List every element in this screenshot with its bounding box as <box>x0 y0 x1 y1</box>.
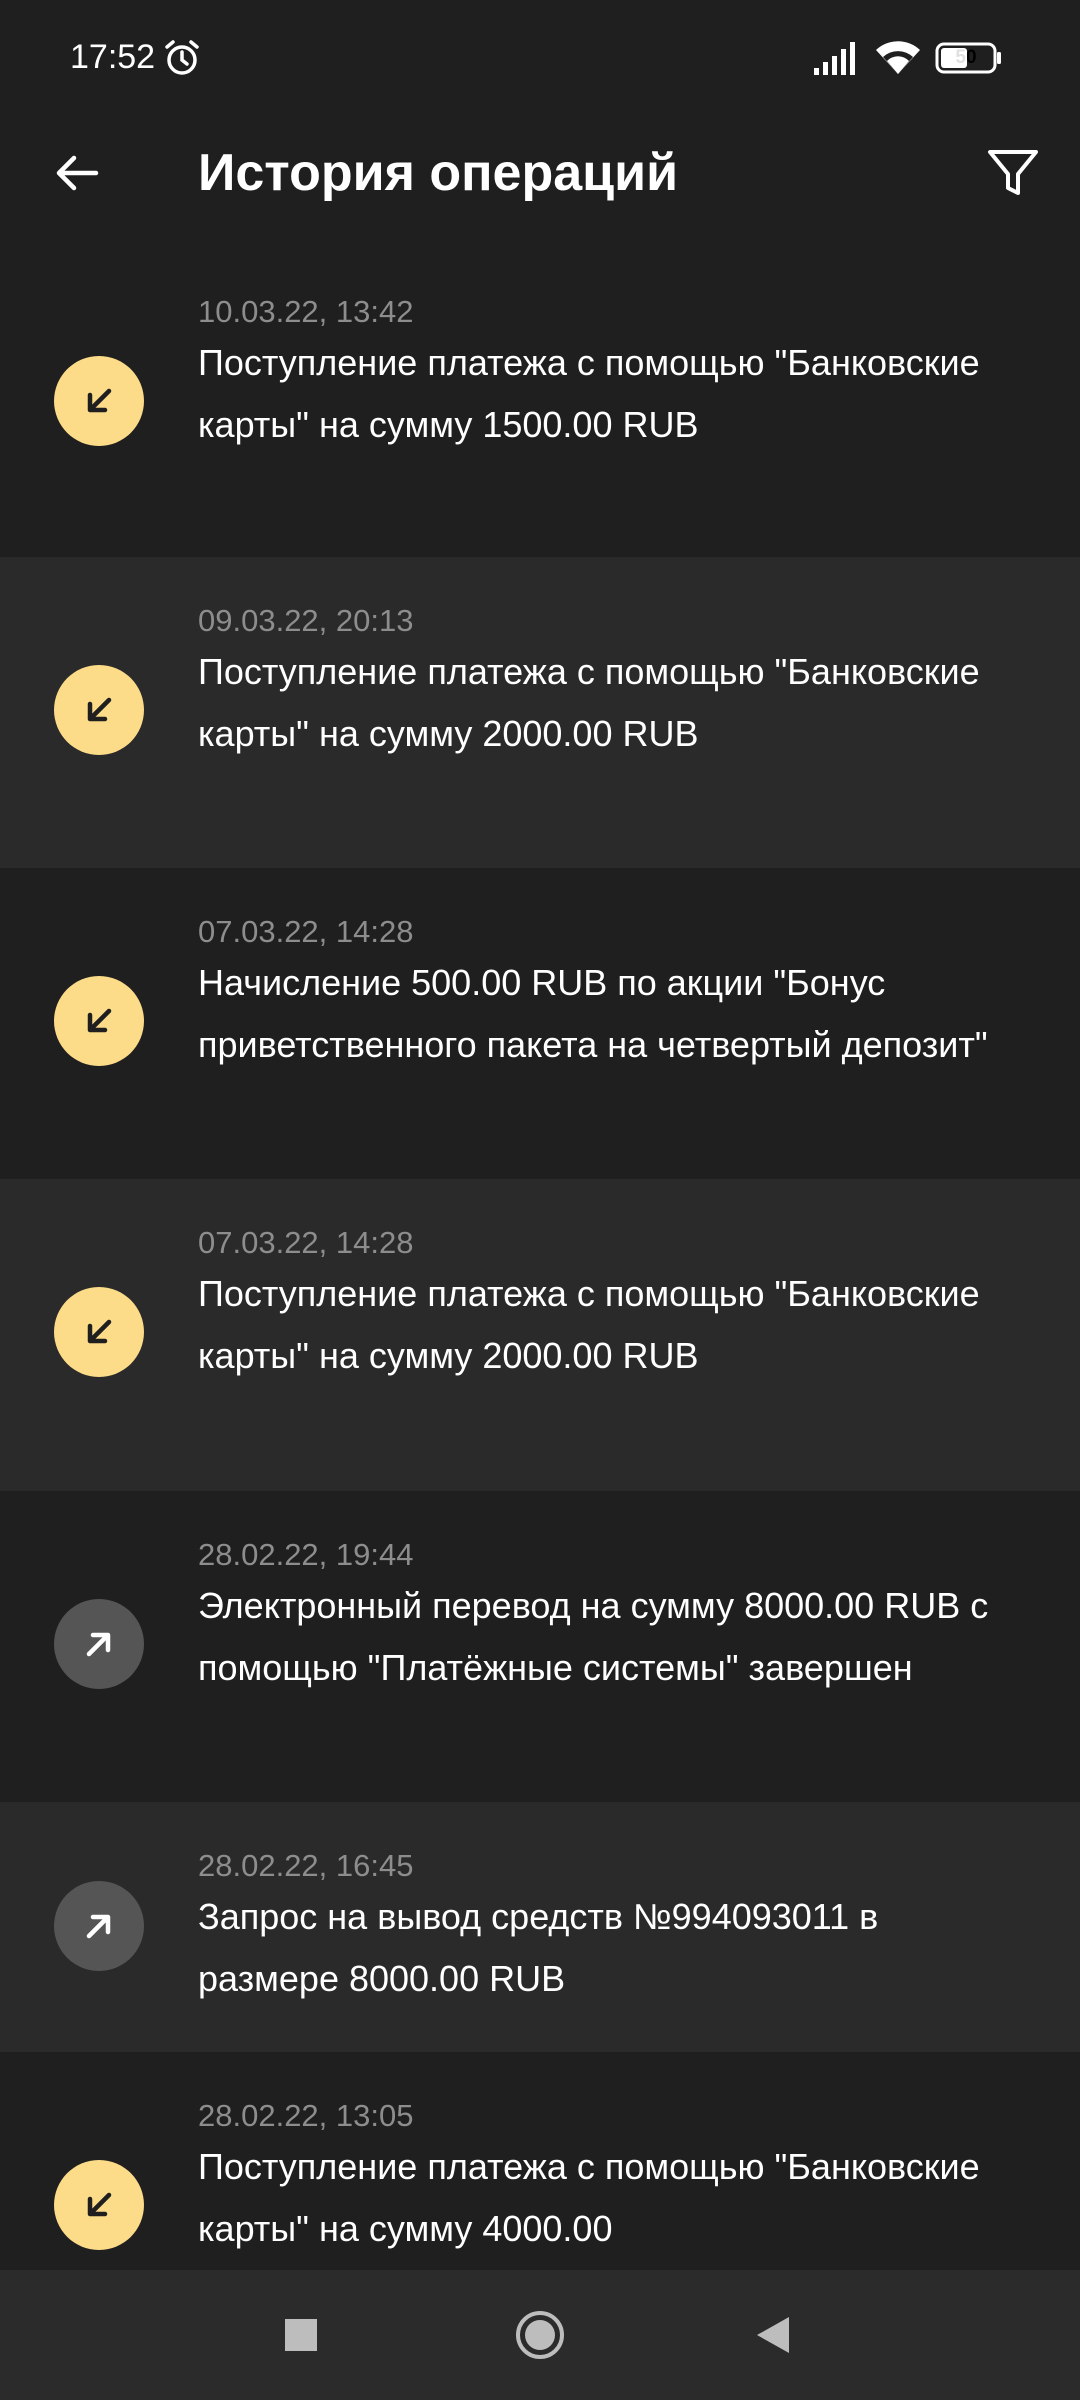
alarm-clock-icon <box>162 38 202 78</box>
transaction-row[interactable]: 28.02.22, 19:44 Электронный перевод на с… <box>0 1491 1080 1802</box>
incoming-icon <box>54 1287 144 1377</box>
triangle-back-icon <box>757 2317 789 2353</box>
page-title: История операций <box>198 144 679 202</box>
system-nav-bar <box>0 2270 1080 2400</box>
home-button[interactable] <box>505 2300 575 2370</box>
arrow-left-icon <box>56 155 99 191</box>
app-bar: История операций <box>0 118 1080 250</box>
transaction-description: Поступление платежа с помощью "Банковски… <box>198 342 980 445</box>
transaction-date: 09.03.22, 20:13 <box>198 603 414 638</box>
transaction-description: Поступление платежа с помощью "Банковски… <box>198 2146 980 2249</box>
outgoing-icon <box>54 1599 144 1689</box>
transaction-date: 10.03.22, 13:42 <box>198 294 414 329</box>
transaction-description: Поступление платежа с помощью "Банковски… <box>198 651 980 754</box>
transaction-date: 07.03.22, 14:28 <box>198 1225 414 1260</box>
incoming-icon <box>54 976 144 1066</box>
transaction-list[interactable]: 10.03.22, 13:42 Поступление платежа с по… <box>0 250 1080 2270</box>
transaction-row[interactable]: 28.02.22, 16:45 Запрос на вывод средств … <box>0 1802 1080 2052</box>
transaction-date: 28.02.22, 19:44 <box>198 1537 414 1572</box>
incoming-icon <box>54 2160 144 2250</box>
status-bar: 17:52 50 <box>0 0 1080 118</box>
transaction-date: 28.02.22, 13:05 <box>198 2098 414 2133</box>
battery-level: 50 <box>955 47 977 68</box>
transaction-description: Электронный перевод на сумму 8000.00 RUB… <box>198 1585 989 1688</box>
square-icon <box>285 2319 317 2351</box>
back-button[interactable] <box>44 140 110 206</box>
wifi-icon <box>874 38 922 76</box>
transaction-row[interactable]: 07.03.22, 14:28 Поступление платежа с по… <box>0 1179 1080 1491</box>
transaction-row[interactable]: 10.03.22, 13:42 Поступление платежа с по… <box>0 250 1080 557</box>
cellular-signal-icon <box>812 40 860 76</box>
transaction-description: Поступление платежа с помощью "Банковски… <box>198 1273 980 1376</box>
transaction-row[interactable]: 28.02.22, 13:05 Поступление платежа с по… <box>0 2052 1080 2270</box>
circle-icon <box>516 2311 564 2359</box>
battery-icon: 50 <box>935 42 1003 74</box>
transaction-row[interactable]: 07.03.22, 14:28 Начисление 500.00 RUB по… <box>0 868 1080 1179</box>
status-time: 17:52 <box>70 38 156 76</box>
transaction-row[interactable]: 09.03.22, 20:13 Поступление платежа с по… <box>0 557 1080 868</box>
transaction-description: Запрос на вывод средств №994093011 в раз… <box>198 1896 879 1999</box>
incoming-icon <box>54 356 144 446</box>
outgoing-icon <box>54 1881 144 1971</box>
transaction-description: Начисление 500.00 RUB по акции "Бонус пр… <box>198 962 988 1065</box>
transaction-date: 07.03.22, 14:28 <box>198 914 414 949</box>
filter-icon <box>988 150 1038 195</box>
recents-button[interactable] <box>266 2300 336 2370</box>
filter-button[interactable] <box>980 140 1046 206</box>
back-nav-button[interactable] <box>738 2300 808 2370</box>
transaction-date: 28.02.22, 16:45 <box>198 1848 414 1883</box>
incoming-icon <box>54 665 144 755</box>
